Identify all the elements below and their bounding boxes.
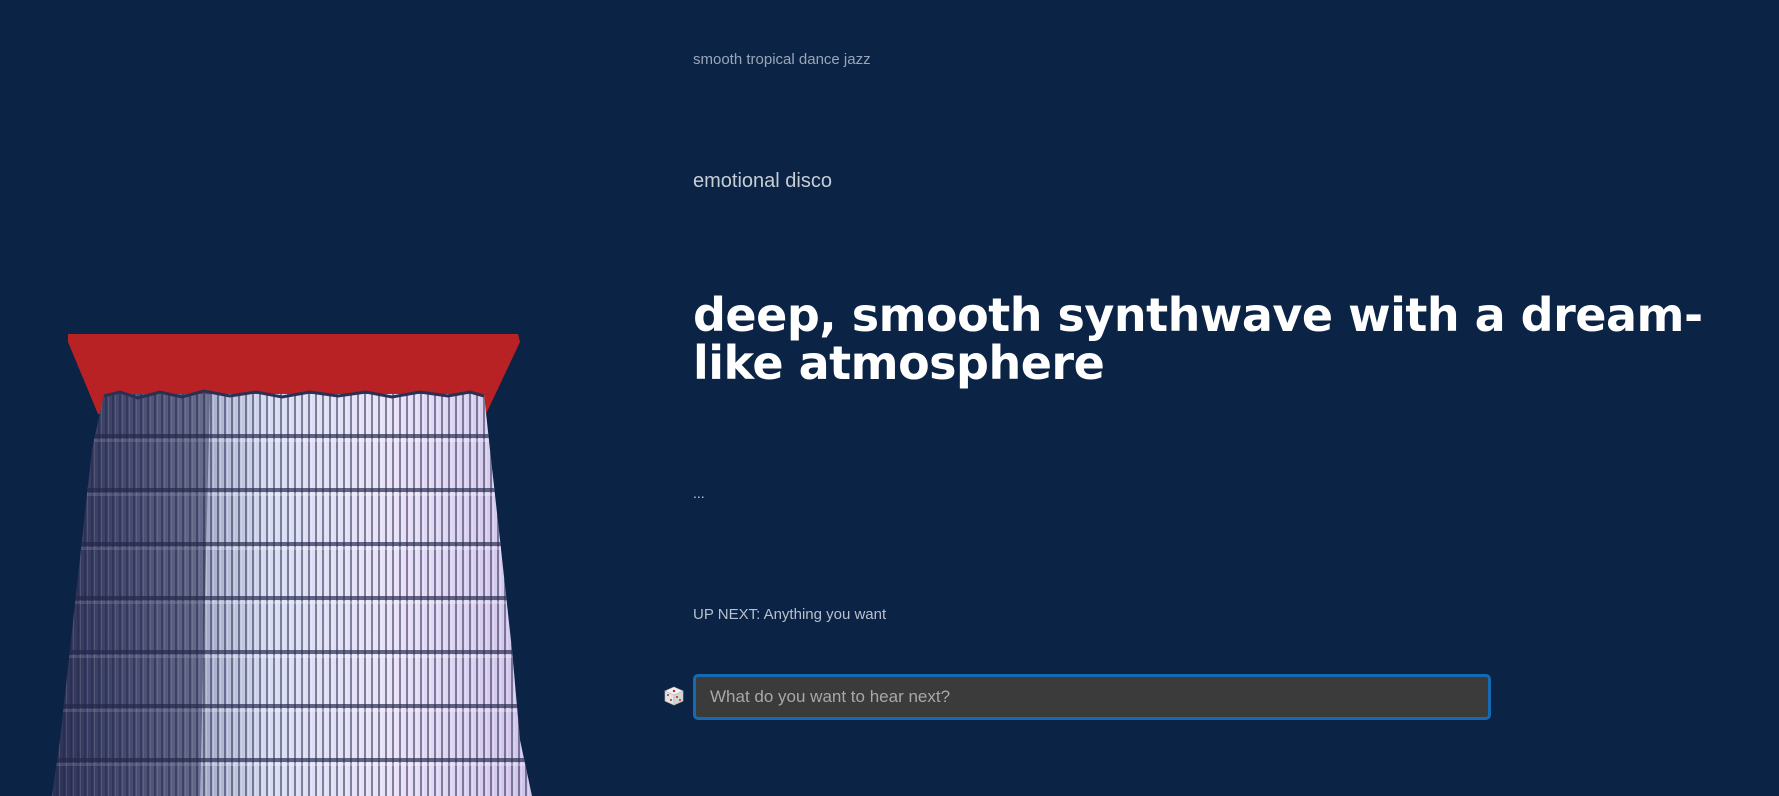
previous-prompt: emotional disco [693, 170, 832, 192]
spectrogram-graphic [52, 334, 532, 796]
random-prompt-button[interactable] [664, 686, 684, 706]
spectrogram-visualizer [0, 0, 640, 796]
next-prompt-input[interactable] [693, 674, 1491, 720]
up-next-label: UP NEXT: Anything you want [693, 606, 887, 623]
dice-icon [664, 686, 684, 706]
older-prompt: smooth tropical dance jazz [693, 51, 871, 68]
generation-status: ... [693, 485, 705, 501]
current-prompt: deep, smooth synthwave with a dream-like… [693, 288, 1703, 390]
